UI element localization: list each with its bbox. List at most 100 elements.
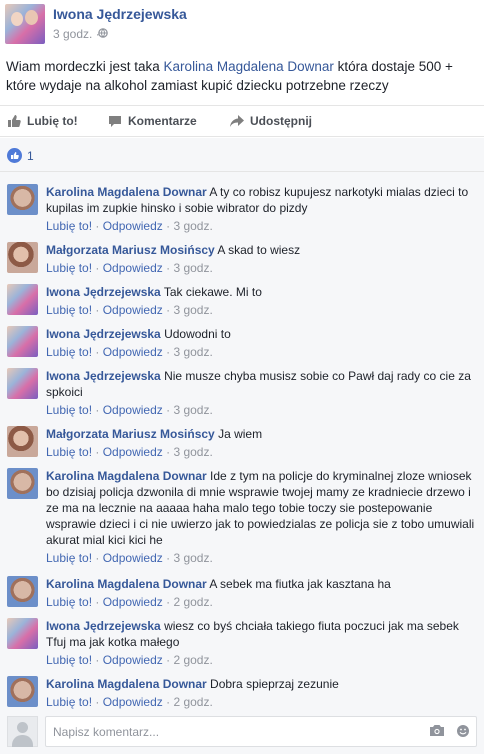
post-timestamp[interactable]: 3 godz. · [53, 27, 100, 41]
share-button[interactable]: Udostępnij [229, 106, 312, 136]
comment-like-link[interactable]: Lubię to! [46, 219, 92, 233]
comment-text: Udowodni to [164, 327, 231, 341]
comment-time[interactable]: 3 godz. [173, 445, 212, 459]
comment-reply-link[interactable]: Odpowiedz [103, 551, 163, 565]
comment-like-link[interactable]: Lubię to! [46, 551, 92, 565]
comment-author[interactable]: Iwona Jędrzejewska [46, 369, 161, 383]
comment-body: Małgorzata Mariusz Mosińscy A skad to wi… [46, 242, 476, 258]
avatar[interactable] [7, 284, 38, 315]
post-header: Iwona Jędrzejewska 3 godz. · [0, 0, 484, 50]
post-action-bar: Lubię to! Komentarze Udostępnij [0, 105, 484, 137]
avatar[interactable] [7, 326, 38, 357]
post-text: Wiam mordeczki jest taka Karolina Magdal… [6, 57, 478, 95]
comment-reply-link[interactable]: Odpowiedz [103, 445, 163, 459]
comment-author[interactable]: Karolina Magdalena Downar [46, 469, 207, 483]
avatar[interactable] [7, 426, 38, 457]
comment-meta: Lubię to! · Odpowiedz · 3 godz. [46, 303, 213, 317]
comment-meta: Lubię to! · Odpowiedz · 3 godz. [46, 261, 213, 275]
avatar[interactable] [7, 618, 38, 649]
comment-body: Iwona Jędrzejewska Nie musze chyba musis… [46, 368, 476, 400]
comment-time[interactable]: 3 godz. [173, 403, 212, 417]
comment-input[interactable] [45, 716, 477, 747]
comment-author[interactable]: Karolina Magdalena Downar [46, 185, 207, 199]
post-author-name[interactable]: Iwona Jędrzejewska [53, 6, 187, 22]
comment-body: Karolina Magdalena Downar Ide z tym na p… [46, 468, 476, 548]
comment-time[interactable]: 3 godz. [173, 345, 212, 359]
comment-like-link[interactable]: Lubię to! [46, 403, 92, 417]
comments-list: Karolina Magdalena Downar A ty co robisz… [0, 172, 484, 720]
comment-like-link[interactable]: Lubię to! [46, 445, 92, 459]
comment-like-link[interactable]: Lubię to! [46, 261, 92, 275]
likes-count[interactable]: 1 [27, 149, 34, 163]
comment-body: Iwona Jędrzejewska Tak ciekawe. Mi to [46, 284, 476, 300]
comment-meta: Lubię to! · Odpowiedz · 2 godz. [46, 595, 213, 609]
comment-time[interactable]: 2 godz. [173, 653, 212, 667]
post-author-avatar[interactable] [5, 4, 45, 44]
comment-like-link[interactable]: Lubię to! [46, 595, 92, 609]
comment-time[interactable]: 3 godz. [173, 303, 212, 317]
comment-like-link[interactable]: Lubię to! [46, 695, 92, 709]
comment-body: Małgorzata Mariusz Mosińscy Ja wiem [46, 426, 476, 442]
comment-time[interactable]: 2 godz. [173, 595, 212, 609]
share-arrow-icon [230, 115, 244, 127]
thumbs-up-icon [8, 115, 21, 127]
comment-reply-link[interactable]: Odpowiedz [103, 345, 163, 359]
comment-reply-link[interactable]: Odpowiedz [103, 695, 163, 709]
comment-time[interactable]: 3 godz. [173, 551, 212, 565]
comment-body: Iwona Jędrzejewska Udowodni to [46, 326, 476, 342]
comment-reply-link[interactable]: Odpowiedz [103, 303, 163, 317]
tagged-user-link[interactable]: Karolina Magdalena Downar [164, 59, 334, 74]
comment-button-label: Komentarze [128, 114, 197, 128]
like-reaction-icon [7, 148, 22, 163]
comment-reply-link[interactable]: Odpowiedz [103, 219, 163, 233]
comment-text: A sebek ma fiutka jak kasztana ha [209, 577, 391, 591]
comment-like-link[interactable]: Lubię to! [46, 345, 92, 359]
avatar[interactable] [7, 676, 38, 707]
comment-time[interactable]: 2 godz. [173, 695, 212, 709]
avatar[interactable] [7, 184, 38, 215]
like-button[interactable]: Lubię to! [7, 106, 78, 136]
comment-reply-link[interactable]: Odpowiedz [103, 261, 163, 275]
comment-body: Karolina Magdalena Downar A sebek ma fiu… [46, 576, 476, 592]
avatar[interactable] [7, 576, 38, 607]
like-button-label: Lubię to! [27, 114, 78, 128]
comment-meta: Lubię to! · Odpowiedz · 3 godz. [46, 345, 213, 359]
likes-summary: 1 [0, 138, 484, 172]
comment-reply-link[interactable]: Odpowiedz [103, 403, 163, 417]
comment-meta: Lubię to! · Odpowiedz · 2 godz. [46, 695, 213, 709]
post-text-start: Wiam mordeczki jest taka [6, 59, 164, 74]
comment-like-link[interactable]: Lubię to! [46, 653, 92, 667]
comment-author[interactable]: Iwona Jędrzejewska [46, 327, 161, 341]
comment-text: Tak ciekawe. Mi to [163, 285, 262, 299]
comment-body: Iwona Jędrzejewska wiesz co byś chciała … [46, 618, 476, 650]
comment-author[interactable]: Karolina Magdalena Downar [46, 577, 207, 591]
comment-body: Karolina Magdalena Downar A ty co robisz… [46, 184, 476, 216]
comment-composer [0, 714, 484, 754]
comment-author[interactable]: Karolina Magdalena Downar [46, 677, 207, 691]
sticker-icon[interactable] [456, 724, 470, 738]
comment-reply-link[interactable]: Odpowiedz [103, 653, 163, 667]
comment-time[interactable]: 3 godz. [173, 219, 212, 233]
comment-author[interactable]: Małgorzata Mariusz Mosińscy [46, 243, 215, 257]
camera-icon[interactable] [429, 724, 445, 737]
avatar[interactable] [7, 468, 38, 499]
globe-icon [98, 28, 108, 38]
comment-text: Dobra spieprzaj zezunie [210, 677, 339, 691]
comment-time[interactable]: 3 godz. [173, 261, 212, 275]
comment-author[interactable]: Małgorzata Mariusz Mosińscy [46, 427, 215, 441]
comment-button[interactable]: Komentarze [108, 106, 197, 136]
share-button-label: Udostępnij [250, 114, 312, 128]
comment-like-link[interactable]: Lubię to! [46, 303, 92, 317]
comment-author[interactable]: Iwona Jędrzejewska [46, 619, 161, 633]
comment-meta: Lubię to! · Odpowiedz · 2 godz. [46, 653, 213, 667]
comment-reply-link[interactable]: Odpowiedz [103, 595, 163, 609]
comment-meta: Lubię to! · Odpowiedz · 3 godz. [46, 445, 213, 459]
comment-body: Karolina Magdalena Downar Dobra spieprza… [46, 676, 476, 692]
comment-text: A skad to wiesz [217, 243, 301, 257]
avatar[interactable] [7, 368, 38, 399]
comment-bubble-icon [109, 116, 121, 127]
comment-meta: Lubię to! · Odpowiedz · 3 godz. [46, 219, 213, 233]
comment-text: Ja wiem [218, 427, 263, 441]
avatar[interactable] [7, 242, 38, 273]
comment-author[interactable]: Iwona Jędrzejewska [46, 285, 161, 299]
